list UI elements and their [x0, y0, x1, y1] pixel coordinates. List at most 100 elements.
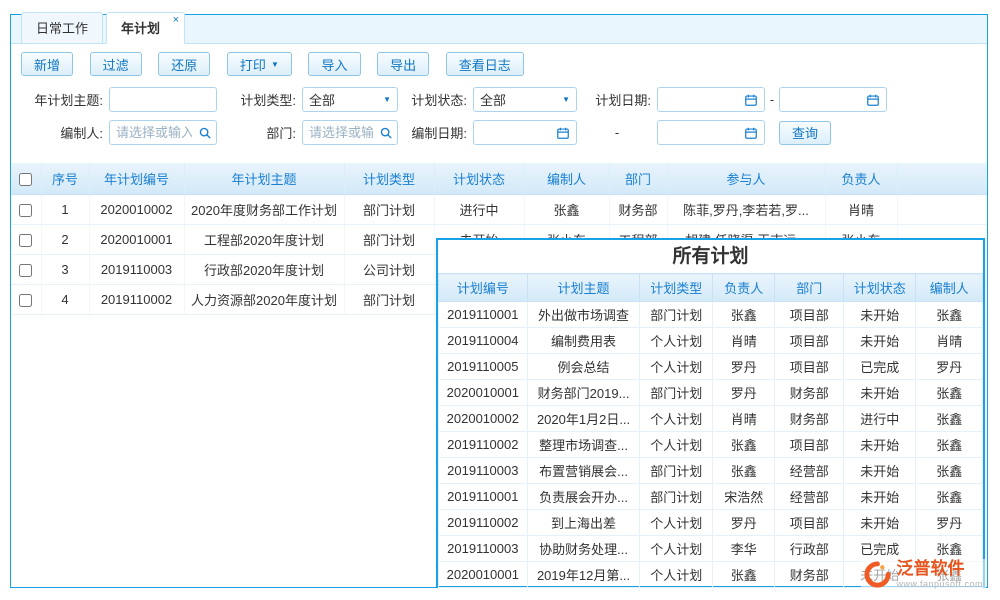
plan-code-link[interactable]: 2020010001	[89, 224, 184, 254]
print-button-label: 打印	[240, 55, 266, 74]
row-checkbox[interactable]	[19, 264, 32, 277]
compile-date-to-input[interactable]	[657, 120, 765, 145]
query-button[interactable]: 查询	[779, 121, 831, 145]
calendar-icon	[556, 126, 570, 140]
tab-daily-work[interactable]: 日常工作	[21, 12, 103, 43]
add-button[interactable]: 新增	[21, 52, 73, 76]
header-dept: 部门	[775, 274, 844, 302]
plan-code-link[interactable]: 2020010002	[89, 194, 184, 224]
row-checkbox[interactable]	[19, 294, 32, 307]
list-item[interactable]: 2019110002 整理市场调查... 个人计划 张鑫 项目部 未开始 张鑫	[439, 432, 983, 458]
cell-compiler: 张鑫	[916, 536, 983, 562]
header-compiler: 编制人	[916, 274, 983, 302]
cell-plan-code: 2020010002	[439, 406, 528, 432]
cell-plan-subject: 财务部门2019...	[527, 380, 640, 406]
cell-dept: 项目部	[775, 328, 844, 354]
plan-subject-link[interactable]: 行政部2020年度计划	[184, 254, 344, 284]
cell-compiler: 罗丹	[916, 510, 983, 536]
import-button[interactable]: 导入	[308, 52, 360, 76]
plan-subject-link[interactable]: 人力资源部2020年度计划	[184, 284, 344, 314]
table-row[interactable]: 1 2020010002 2020年度财务部工作计划 部门计划 进行中 张鑫 财…	[11, 194, 987, 224]
export-button[interactable]: 导出	[377, 52, 429, 76]
cell-compiler: 张鑫	[916, 432, 983, 458]
cell-owner: 罗丹	[713, 510, 775, 536]
list-item[interactable]: 2019110001 负责展会开办... 部门计划 宋浩然 经营部 未开始 张鑫	[439, 484, 983, 510]
plan-status-select[interactable]: 全部 ▼	[473, 87, 577, 112]
list-item[interactable]: 2019110003 协助财务处理... 个人计划 李华 行政部 已完成 张鑫	[439, 536, 983, 562]
cell-plan-subject: 外出做市场调查	[527, 302, 640, 328]
cell-plan-type: 个人计划	[640, 510, 713, 536]
cell-compiler: 肖晴	[916, 328, 983, 354]
close-tab-icon[interactable]: ×	[173, 14, 179, 26]
select-all-checkbox[interactable]	[19, 173, 32, 186]
tab-label: 日常工作	[36, 21, 88, 36]
cell-owner: 宋浩然	[713, 484, 775, 510]
list-item[interactable]: 2019110001 外出做市场调查 部门计划 张鑫 项目部 未开始 张鑫	[439, 302, 983, 328]
cell-dept: 财务部	[609, 194, 667, 224]
plan-date-to-input[interactable]	[779, 87, 887, 112]
cell-participants: 陈菲,罗丹,李若若,罗...	[667, 194, 825, 224]
cell-plan-type: 个人计划	[640, 432, 713, 458]
cell-seq: 3	[41, 254, 89, 284]
plan-code-link[interactable]: 2019110003	[89, 254, 184, 284]
header-compiler: 编制人	[524, 163, 609, 194]
plan-subject-link[interactable]: 工程部2020年度计划	[184, 224, 344, 254]
cell-plan-status: 进行中	[843, 406, 916, 432]
plan-code-link[interactable]: 2019110002	[89, 284, 184, 314]
header-dept: 部门	[609, 163, 667, 194]
row-checkbox[interactable]	[19, 204, 32, 217]
list-item[interactable]: 2019110004 编制费用表 个人计划 肖晴 项目部 未开始 肖晴	[439, 328, 983, 354]
row-checkbox[interactable]	[19, 234, 32, 247]
plan-status-label: 计划状态:	[398, 90, 473, 109]
cell-plan-status: 未开始	[843, 510, 916, 536]
header-participants: 参与人	[667, 163, 825, 194]
filler-cell	[897, 163, 987, 194]
cell-owner: 李华	[713, 536, 775, 562]
compile-date-from-input[interactable]	[473, 120, 577, 145]
plan-date-from-input[interactable]	[657, 87, 765, 112]
owner-link[interactable]: 肖晴	[825, 194, 897, 224]
restore-button-label: 还原	[171, 55, 197, 74]
row-check-cell	[11, 254, 41, 284]
list-item[interactable]: 2020010002 2020年1月2日... 个人计划 肖晴 财务部 进行中 …	[439, 406, 983, 432]
list-item[interactable]: 2020010001 财务部门2019... 部门计划 罗丹 财务部 未开始 张…	[439, 380, 983, 406]
row-check-cell	[11, 284, 41, 314]
fanpu-logo-icon	[864, 561, 891, 588]
cell-plan-subject: 2020年1月2日...	[527, 406, 640, 432]
cell-compiler: 张鑫	[916, 458, 983, 484]
print-button[interactable]: 打印 ▼	[227, 52, 292, 76]
plan-subject-link[interactable]: 2020年度财务部工作计划	[184, 194, 344, 224]
tab-annual-plan[interactable]: 年计划 ×	[106, 12, 185, 44]
list-item[interactable]: 2019110003 布置营销展会... 部门计划 张鑫 经营部 未开始 张鑫	[439, 458, 983, 484]
cell-owner: 罗丹	[713, 380, 775, 406]
header-seq: 序号	[41, 163, 89, 194]
filter-button[interactable]: 过滤	[90, 52, 142, 76]
list-item[interactable]: 2019110005 例会总结 个人计划 罗丹 项目部 已完成 罗丹	[439, 354, 983, 380]
header-plan-subject: 计划主题	[527, 274, 640, 302]
cell-plan-code: 2019110001	[439, 302, 528, 328]
plan-date-label: 计划日期:	[577, 90, 657, 109]
plan-subject-input[interactable]	[109, 87, 217, 112]
cell-plan-subject: 整理市场调查...	[527, 432, 640, 458]
plan-type-select[interactable]: 全部 ▼	[302, 87, 398, 112]
view-log-button[interactable]: 查看日志	[446, 52, 524, 76]
cell-owner: 张鑫	[713, 302, 775, 328]
plan-type-value: 全部	[309, 90, 335, 109]
filter-button-label: 过滤	[103, 55, 129, 74]
cell-plan-type: 部门计划	[344, 284, 434, 314]
cell-plan-code: 2019110003	[439, 536, 528, 562]
compiler-field	[109, 120, 217, 145]
restore-button[interactable]: 还原	[158, 52, 210, 76]
cell-dept: 经营部	[775, 458, 844, 484]
cell-plan-subject: 协助财务处理...	[527, 536, 640, 562]
compiler-link[interactable]: 张鑫	[524, 194, 609, 224]
list-item[interactable]: 2019110002 到上海出差 个人计划 罗丹 项目部 未开始 罗丹	[439, 510, 983, 536]
cell-plan-type: 个人计划	[640, 328, 713, 354]
cell-dept: 财务部	[775, 406, 844, 432]
cell-dept: 项目部	[775, 302, 844, 328]
header-plan-code: 计划编号	[439, 274, 528, 302]
search-icon[interactable]	[198, 126, 212, 140]
cell-plan-code: 2019110002	[439, 510, 528, 536]
cell-plan-type: 部门计划	[640, 484, 713, 510]
search-icon[interactable]	[379, 126, 393, 140]
